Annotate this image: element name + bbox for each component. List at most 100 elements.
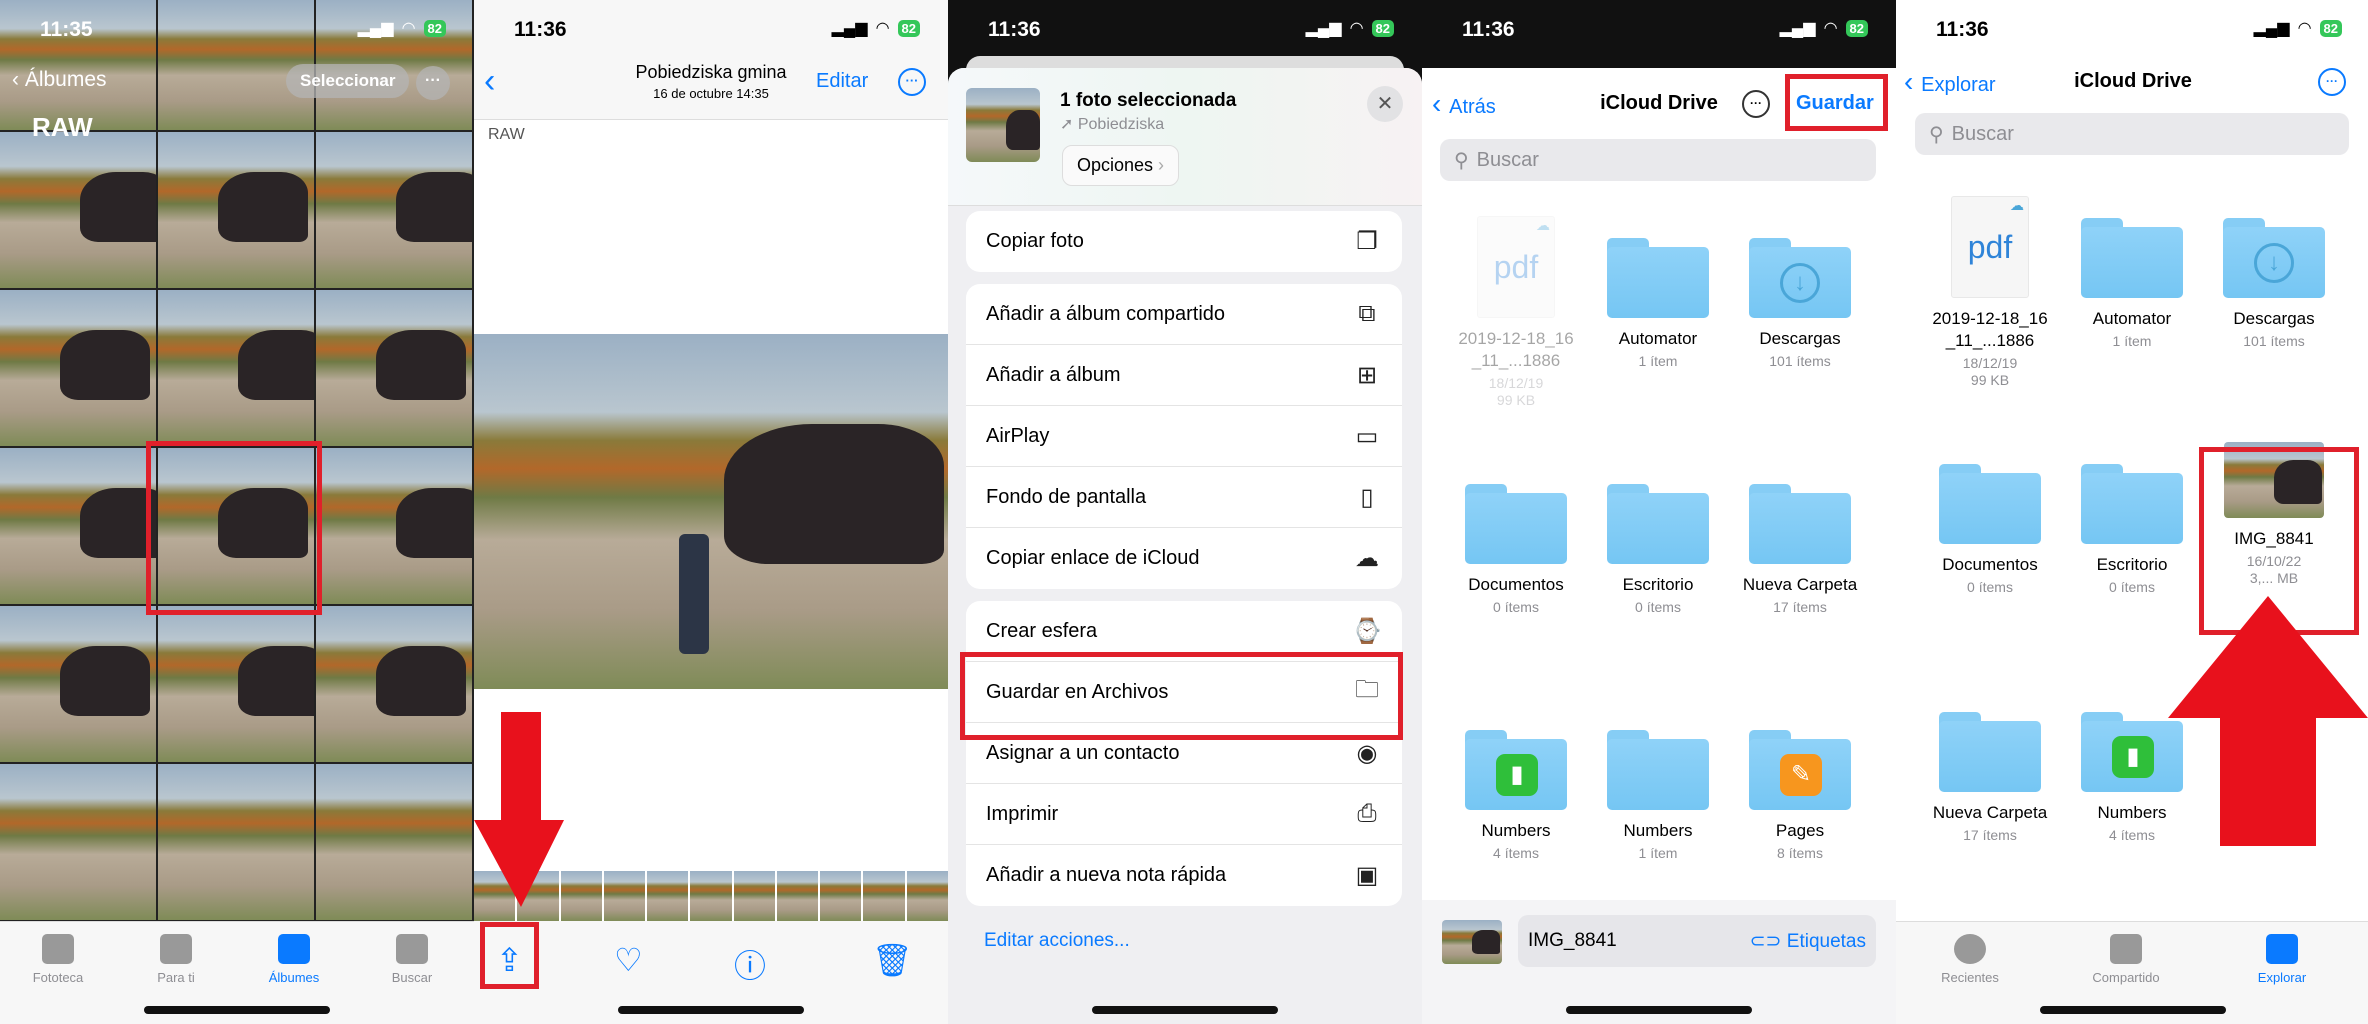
photo-thumbnail[interactable] [906,871,948,921]
select-button[interactable]: Seleccionar [286,64,410,98]
file-item[interactable]: ↓ Descargas 101 ítems [2204,196,2344,350]
magnifier-icon: ⚲ [1929,123,1944,146]
action-copiar-enlace-de-icloud[interactable]: Copiar enlace de iCloud ☁ [966,528,1402,589]
action-airplay[interactable]: AirPlay ▭ [966,406,1402,467]
photo-thumbnail[interactable] [316,132,472,288]
more-icon[interactable]: ··· [898,68,926,96]
file-item[interactable]: ✎ Pages 8 ítems [1730,708,1870,862]
photo-thumbnail[interactable] [0,132,156,288]
file-item[interactable]: Documentos 0 ítems [1446,462,1586,616]
status-time: 11:35 [40,18,93,41]
options-button[interactable]: Opciones › [1062,145,1180,186]
file-item[interactable]: Automator 1 ítem [1588,216,1728,370]
file-date: 18/12/19 [1488,375,1544,391]
file-name: Escritorio [1622,575,1694,594]
quick-note-icon: ▣ [1355,862,1379,889]
photo-thumbnail[interactable] [158,290,314,446]
status-time: 11:36 [514,18,567,41]
more-icon[interactable]: ··· [416,66,450,100]
photo-thumbnail[interactable] [560,871,602,921]
shared-folder-icon [2110,934,2142,964]
tab-buscar[interactable]: Buscar [362,934,462,985]
item-count: 17 ítems [1773,599,1827,615]
photo-thumbnail[interactable] [603,871,646,921]
photo-thumbnail[interactable] [158,606,314,762]
photo-thumbnail[interactable] [776,871,819,921]
cloud-download-icon: ☁ [2010,197,2024,213]
photo-thumbnail[interactable] [733,871,775,921]
action-añadir-a-álbum-compartido[interactable]: Añadir a álbum compartido ⧉ [966,284,1402,345]
tags-button[interactable]: ⊂⊃ Etiquetas [1750,930,1866,953]
photo-thumbnail[interactable] [316,606,472,762]
photo-thumbnail[interactable] [158,132,314,288]
edit-actions-link[interactable]: Editar acciones... [984,930,1130,952]
file-item[interactable]: ↓ Descargas 101 ítems [1730,216,1870,370]
action-añadir-a-álbum[interactable]: Añadir a álbum ⊞ [966,345,1402,406]
action-label: Imprimir [986,802,1059,825]
filename-field[interactable]: IMG_8841 ⊂⊃ Etiquetas [1518,915,1876,967]
file-item[interactable]: Nueva Carpeta 17 ítems [1920,690,2060,844]
tab-álbumes[interactable]: Álbumes [244,934,344,985]
file-item[interactable]: pdf ☁ 2019-12-18_16_11_...1886 18/12/19 99 K… [1920,196,2060,389]
files-browser-screen: 11:36 ▂▄▆ ◠ 82 ‹ Explorar iCloud Drive ···… [1896,0,2368,1024]
file-item[interactable]: pdf ☁ 2019-12-18_16_11_...1886 18/12/19 99 K… [1446,216,1586,409]
tab-recientes[interactable]: Recientes [1920,934,2020,985]
photo-thumbnail[interactable] [316,764,472,920]
more-icon[interactable]: ··· [2318,68,2346,96]
heart-icon[interactable]: ♡ [614,941,643,979]
back-button[interactable]: ‹ Álbumes [12,68,107,92]
file-meta: 0 ítems [1588,599,1728,616]
file-item[interactable]: Documentos 0 ítems [1920,442,2060,596]
action-label: Añadir a nueva nota rápida [986,864,1227,886]
photo-thumbnail[interactable] [0,290,156,446]
edit-button[interactable]: Editar [816,70,868,93]
status-time: 11:36 [1936,18,1989,41]
wifi-icon: ◠ [1823,20,1838,37]
photo-thumbnail[interactable] [863,871,905,921]
file-meta: 101 ítems [2204,333,2344,350]
photo-thumbnail[interactable] [820,871,862,921]
more-icon[interactable]: ··· [1742,90,1770,118]
search-input[interactable]: ⚲ Buscar [1915,113,2349,155]
photo-thumbnail[interactable] [690,871,732,921]
save-to-files-screen: 11:36 ▂▄▆ ◠ 82 ‹ Atrás iCloud Drive ··· Gu… [1422,0,1896,1024]
action-fondo-de-pantalla[interactable]: Fondo de pantalla ▯ [966,467,1402,528]
file-item[interactable]: Nueva Carpeta 17 ítems [1730,462,1870,616]
file-item[interactable]: Escritorio 0 ítems [2062,442,2202,596]
tab-explorar[interactable]: Explorar [2232,934,2332,985]
photo-date: 16 de octubre 14:35 [653,86,769,101]
photo-thumbnail[interactable] [0,606,156,762]
file-item[interactable]: Numbers 1 ítem [1588,708,1728,862]
info-icon[interactable]: ⓘ [734,941,766,987]
trash-icon[interactable]: 🗑 [872,941,913,979]
file-meta: 1 ítem [1588,845,1728,862]
action-añadir-a-nueva-nota-rápida[interactable]: Añadir a nueva nota rápida ▣ [966,845,1402,906]
photo-thumbnail[interactable] [0,448,156,604]
tab-compartido[interactable]: Compartido [2076,934,2176,985]
signal-icon: ▂▄▆ [2253,20,2290,37]
file-item[interactable]: Automator 1 ítem [2062,196,2202,350]
file-meta: 101 ítems [1730,353,1870,370]
location-label: ➚ Pobiedziska [1060,114,1164,134]
photo-thumbnail[interactable] [647,871,689,921]
photo-thumbnail[interactable] [158,0,314,130]
action-copiar-foto[interactable]: Copiar foto ❐ [966,211,1402,272]
signal-icon: ▂▄▆ [1779,20,1816,37]
action-imprimir[interactable]: Imprimir ⎙ [966,784,1402,845]
file-item[interactable]: Escritorio 0 ítems [1588,462,1728,616]
photo-thumbnail[interactable] [0,764,156,920]
search-input[interactable]: ⚲ Buscar [1440,139,1876,181]
file-name: Documentos [1942,555,2038,574]
photo-thumbnail[interactable] [316,448,472,604]
file-name: Nueva Carpeta [1932,803,2048,822]
tab-fototeca[interactable]: Fototeca [8,934,108,985]
file-item[interactable]: ▮ Numbers 4 ítems [1446,708,1586,862]
photo-thumbnail[interactable] [158,764,314,920]
close-icon[interactable]: ✕ [1367,86,1403,122]
filename-value: IMG_8841 [1528,930,1617,951]
photo-thumbnail[interactable] [316,290,472,446]
item-count: 101 ítems [1769,353,1831,369]
file-name: Descargas [1759,329,1841,348]
tab-para-ti[interactable]: Para ti [126,934,226,985]
main-photo[interactable] [474,334,948,689]
